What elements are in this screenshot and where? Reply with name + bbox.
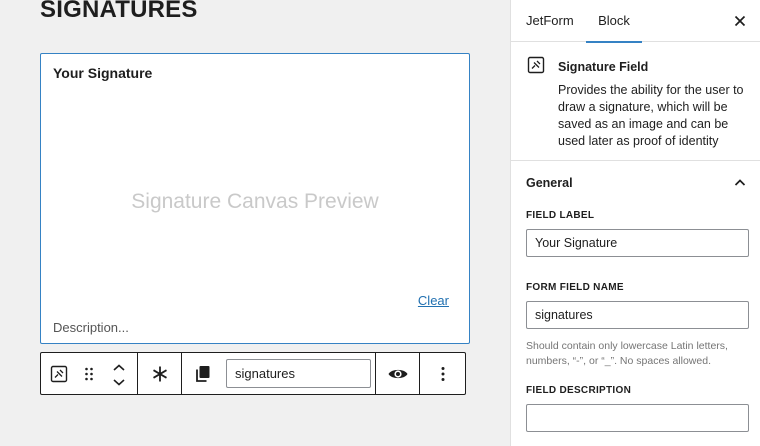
signature-block[interactable]: Your Signature Signature Canvas Preview … <box>40 53 470 344</box>
clear-link[interactable]: Clear <box>418 293 449 308</box>
eye-icon[interactable] <box>380 353 416 394</box>
page-title[interactable]: SIGNATURES <box>40 0 198 26</box>
toolbar-field-name-input[interactable] <box>226 359 371 388</box>
tab-jetform[interactable]: JetForm <box>526 0 574 42</box>
close-icon[interactable] <box>730 11 750 31</box>
sidebar-tabs: JetForm Block <box>511 0 760 43</box>
chevron-down-icon[interactable] <box>112 374 126 388</box>
form-field-name-label: FORM FIELD NAME <box>526 282 624 293</box>
field-description-label: FIELD DESCRIPTION <box>526 385 632 396</box>
block-card-description: Provides the ability for the user to dra… <box>558 83 744 148</box>
signature-icon <box>527 56 545 79</box>
description-placeholder[interactable]: Description... <box>53 320 129 335</box>
toolbar-group-required <box>138 353 182 394</box>
more-options-icon[interactable] <box>425 353 461 394</box>
signature-icon[interactable] <box>41 353 77 394</box>
copy-icon[interactable] <box>182 353 224 394</box>
field-label-input[interactable] <box>526 229 749 257</box>
move-arrows <box>101 353 137 394</box>
toolbar-group-visibility <box>376 353 420 394</box>
chevron-up-icon <box>734 175 746 193</box>
toolbar-group-block <box>41 353 138 394</box>
toolbar-group-name <box>182 353 376 394</box>
field-description-input[interactable] <box>526 404 749 432</box>
block-toolbar <box>40 352 466 395</box>
block-card: Signature Field Provides the ability for… <box>511 43 760 161</box>
editor-canvas: SIGNATURES Your Signature Signature Canv… <box>0 0 510 446</box>
toolbar-group-more <box>420 353 465 394</box>
signature-label[interactable]: Your Signature <box>53 65 152 81</box>
form-field-name-help: Should contain only lowercase Latin lett… <box>526 340 728 367</box>
chevron-up-icon[interactable] <box>112 360 126 374</box>
form-field-name-input[interactable] <box>526 301 749 329</box>
panel-general-toggle[interactable]: General <box>511 162 760 202</box>
field-label-label: FIELD LABEL <box>526 210 595 221</box>
settings-sidebar: JetForm Block Signature Field Provides t… <box>510 0 760 446</box>
drag-handle-icon[interactable] <box>77 353 101 394</box>
block-card-title: Signature Field <box>558 60 649 74</box>
asterisk-icon[interactable] <box>142 353 178 394</box>
signature-canvas-preview: Signature Canvas Preview <box>131 190 379 213</box>
panel-title: General <box>526 176 573 190</box>
tab-block[interactable]: Block <box>586 0 642 43</box>
